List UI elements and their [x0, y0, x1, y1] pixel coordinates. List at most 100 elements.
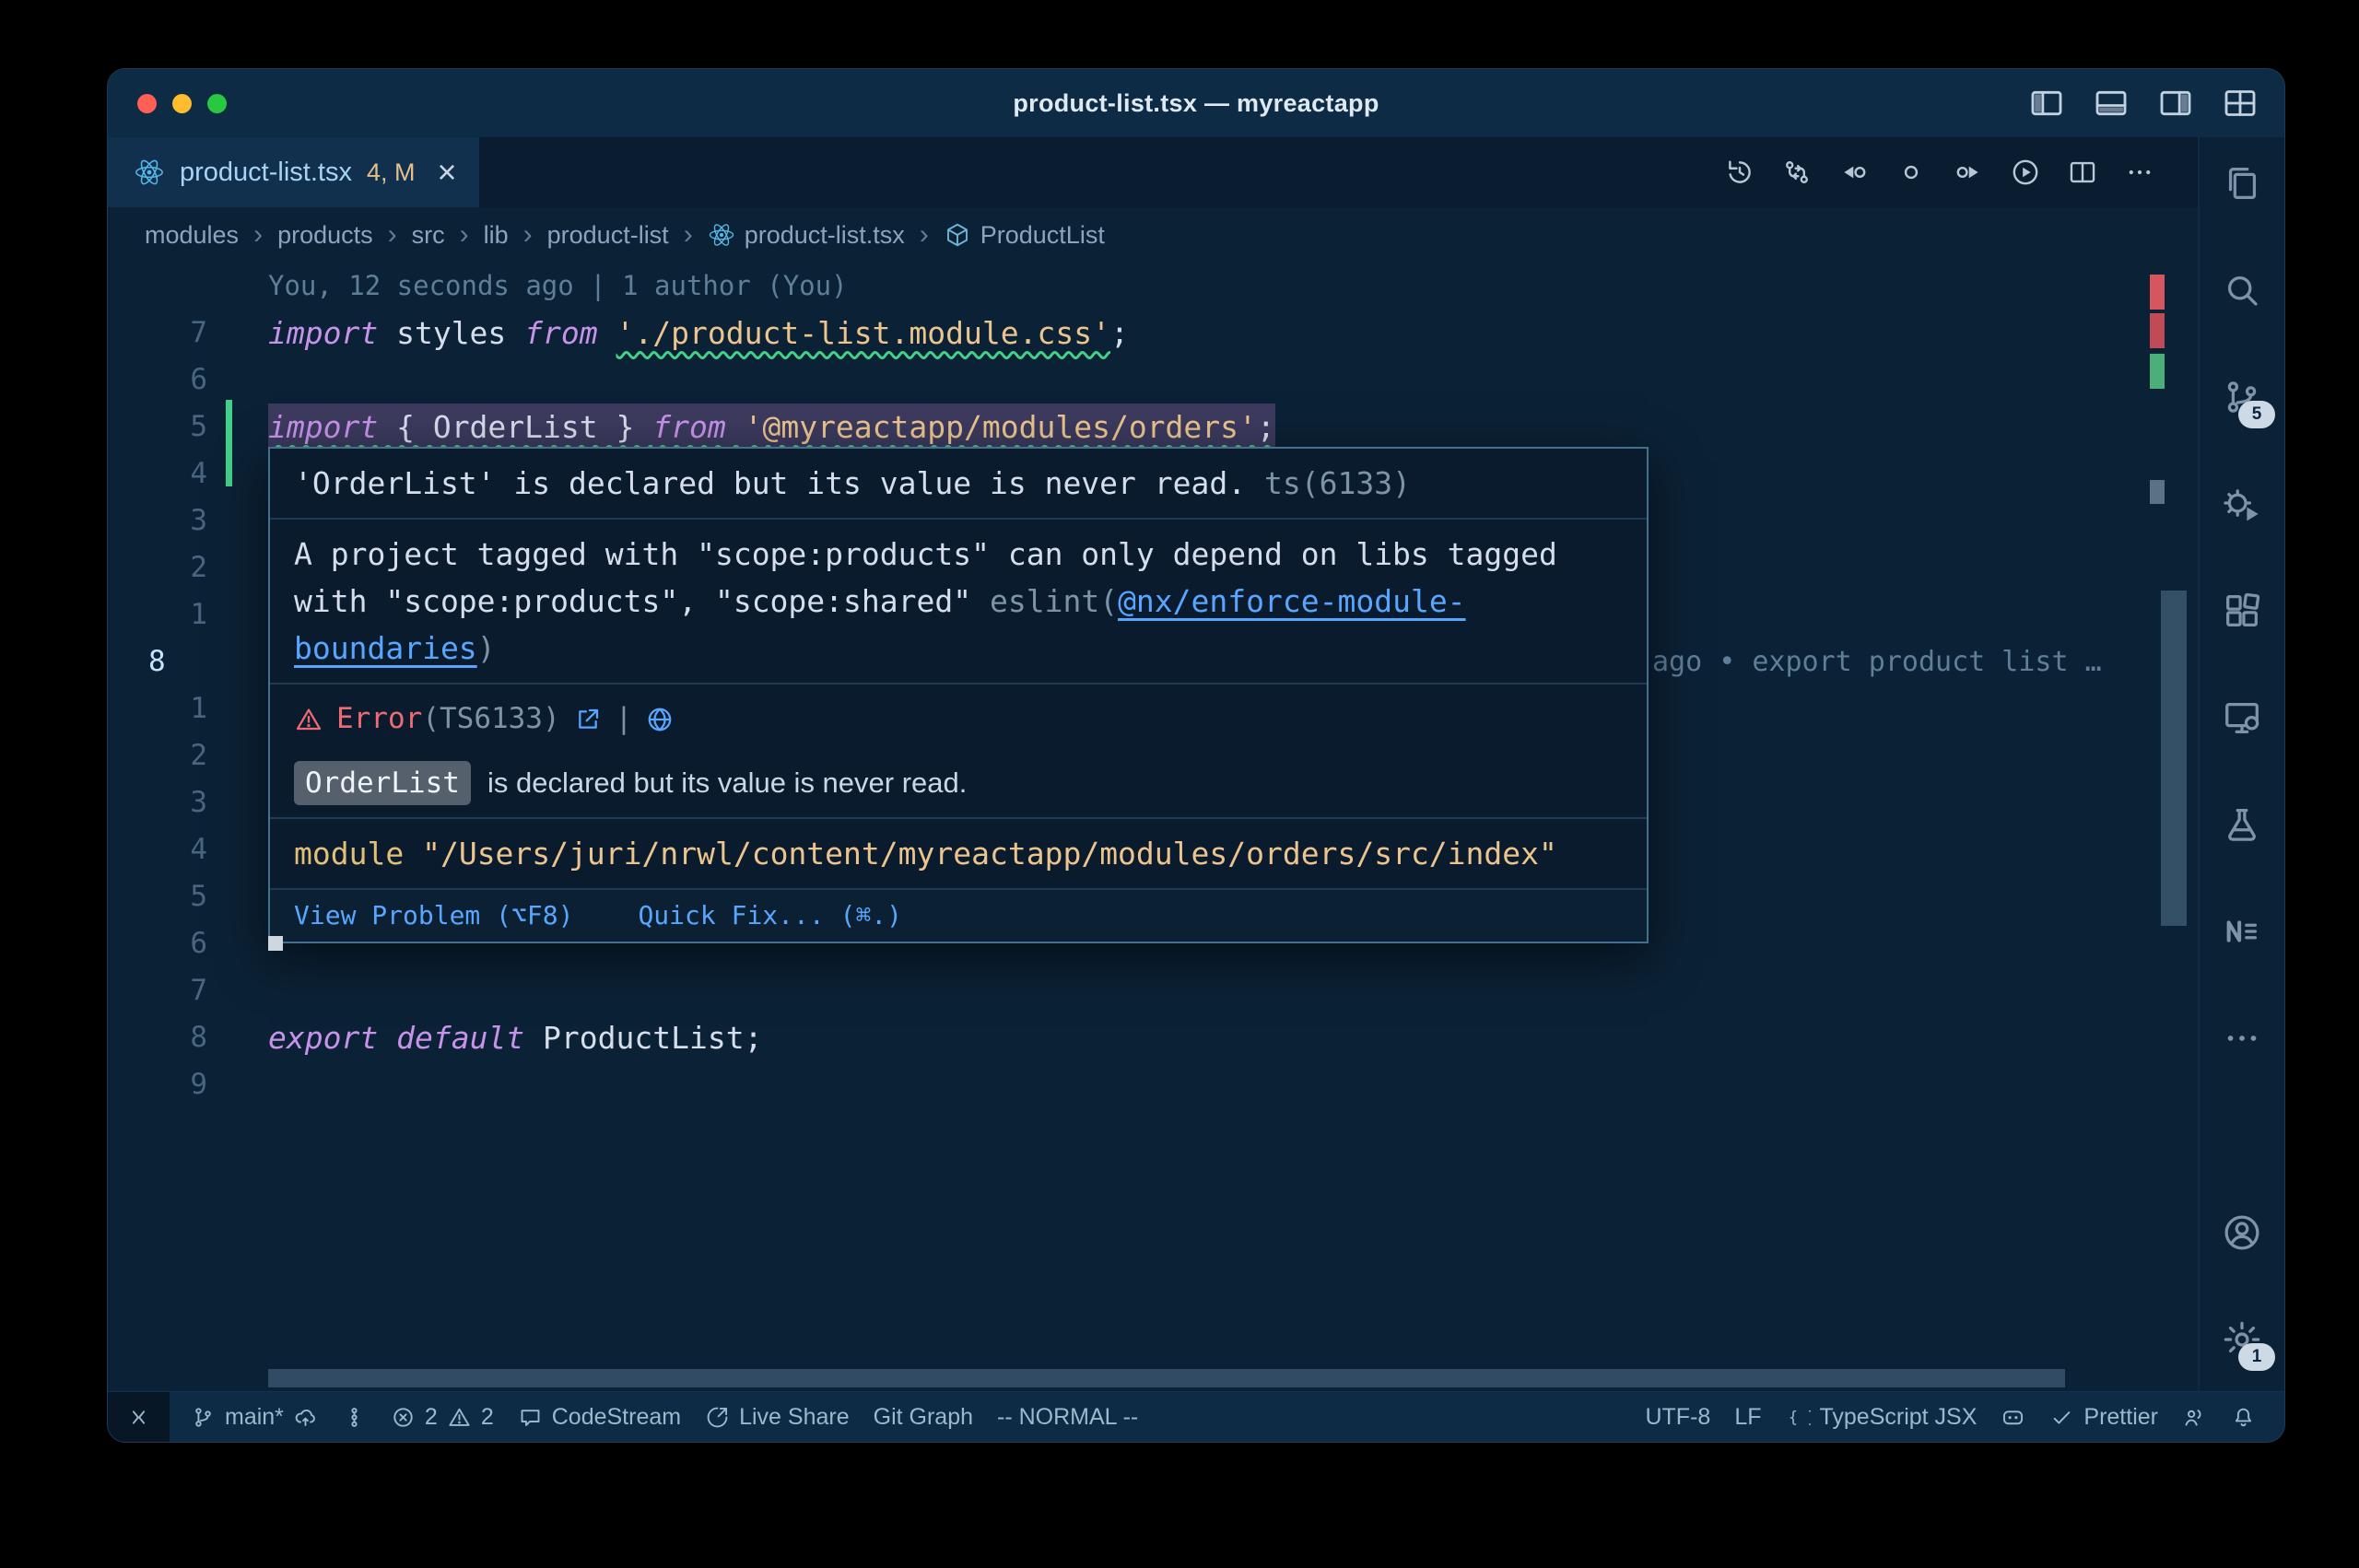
status-codestream[interactable]: CodeStream	[506, 1392, 693, 1442]
breadcrumb-item-modules[interactable]: modules	[145, 221, 239, 250]
debug-icon	[2221, 483, 2263, 525]
activitybar-nx-console[interactable]	[2214, 904, 2270, 959]
breadcrumb-item-products[interactable]: products	[277, 221, 373, 250]
status-notifications[interactable]	[2219, 1392, 2268, 1442]
code-line[interactable]: export default ProductList;	[228, 1014, 2198, 1061]
status-language-mode[interactable]: { }TypeScript JSX	[1774, 1392, 1989, 1442]
status-git-branch-label: main*	[225, 1404, 284, 1431]
activitybar-search[interactable]	[2214, 263, 2270, 318]
status-commits[interactable]	[330, 1392, 379, 1442]
title-bar[interactable]: product-list.tsx — myreactapp	[108, 69, 2284, 137]
split-editor[interactable]	[2067, 157, 2098, 188]
editor-row: 7import styles from './product-list.modu…	[108, 310, 2198, 357]
editor-gutter: 1	[108, 591, 228, 638]
editor-row: You, 12 seconds ago | 1 author (You)	[108, 263, 2198, 310]
activitybar-debug-console[interactable]	[2214, 476, 2270, 532]
symbol-box-icon	[944, 221, 971, 249]
source-control-badge: 5	[2238, 401, 2275, 428]
status-git-graph[interactable]: Git Graph	[862, 1392, 985, 1442]
close-window-button[interactable]	[137, 94, 157, 113]
code-line[interactable]: import styles from './product-list.modul…	[228, 310, 2198, 357]
code-line[interactable]	[228, 1061, 2198, 1108]
popup-resize-handle[interactable]	[268, 936, 283, 951]
activitybar-settings[interactable]: 1	[2214, 1312, 2270, 1367]
minimize-window-button[interactable]	[172, 94, 192, 113]
code-line[interactable]	[228, 357, 2198, 404]
zoom-window-button[interactable]	[207, 94, 227, 113]
status-feedback[interactable]	[2170, 1392, 2219, 1442]
toggle-panel[interactable]	[2093, 85, 2130, 122]
diagnostic-message: 'OrderList' is declared but its value is…	[270, 449, 1647, 520]
code-content: import styles from './product-list.modul…	[268, 310, 1129, 357]
line-number: 1	[190, 685, 207, 732]
status-prettier[interactable]: Prettier	[2037, 1392, 2170, 1442]
line-number: 5	[190, 404, 207, 451]
error-warning-icon	[294, 705, 323, 734]
share-icon	[705, 1405, 730, 1430]
activitybar-source-control[interactable]: 5	[2214, 369, 2270, 425]
toggle-primary-sidebar[interactable]	[2028, 85, 2065, 122]
status-problems-label: 2	[425, 1404, 438, 1431]
breadcrumb-item-product-list.tsx[interactable]: product-list.tsx	[708, 221, 905, 250]
view-problem-button[interactable]: View Problem (⌥F8)	[294, 899, 573, 932]
breadcrumb-item-lib[interactable]: lib	[484, 221, 509, 250]
hover-statusbar: View Problem (⌥F8) Quick Fix... (⌘.)	[270, 890, 1647, 942]
editor-row: 8export default ProductList;	[108, 1014, 2198, 1061]
account-icon	[2221, 1211, 2263, 1254]
status-remote-indicator[interactable]	[108, 1392, 170, 1442]
code-line[interactable]	[228, 967, 2198, 1014]
external-link-icon[interactable]	[573, 705, 603, 734]
run-file[interactable]	[2010, 157, 2041, 188]
editor-gutter: 2	[108, 544, 228, 591]
activitybar-accounts[interactable]	[2214, 1205, 2270, 1260]
status-copilot[interactable]	[1989, 1392, 2037, 1442]
detail-text: is declared but its value is never read.	[487, 759, 967, 806]
step-forward[interactable]	[1953, 157, 1984, 188]
status-eol-label: LF	[1734, 1404, 1761, 1431]
status-live-share[interactable]: Live Share	[693, 1392, 862, 1442]
globe-icon[interactable]	[645, 705, 675, 734]
breadcrumb-item-src[interactable]: src	[412, 221, 445, 250]
status-problems[interactable]: 22	[379, 1392, 506, 1442]
activitybar-extensions[interactable]	[2214, 583, 2270, 638]
editor-gutter: 8	[108, 1014, 228, 1061]
status-vim-mode[interactable]: -- NORMAL --	[985, 1392, 1150, 1442]
activitybar-remote-explorer[interactable]	[2214, 690, 2270, 745]
editor-row: 6	[108, 357, 2198, 404]
editor-actions	[1724, 137, 2198, 207]
activitybar-testing[interactable]	[2214, 797, 2270, 852]
tab-bar: product-list.tsx 4, M ×	[108, 137, 2198, 207]
error-icon	[391, 1405, 416, 1430]
compare-changes[interactable]	[1781, 157, 1813, 188]
status-eol[interactable]: LF	[1722, 1392, 1773, 1442]
activitybar-bottom: 1	[2214, 1205, 2270, 1367]
code-editor[interactable]: You, 12 seconds ago | 1 author (You)7imp…	[108, 263, 2198, 1391]
vertical-scrollbar[interactable]	[2161, 591, 2187, 926]
status-encoding[interactable]: UTF-8	[1633, 1392, 1722, 1442]
status-git-branch[interactable]: main*	[179, 1392, 330, 1442]
files-icon	[2221, 162, 2263, 205]
code-line[interactable]: You, 12 seconds ago | 1 author (You)	[228, 263, 2198, 310]
overview-marker-change	[2150, 354, 2165, 389]
breadcrumb-item-ProductList[interactable]: ProductList	[944, 221, 1105, 250]
braces-icon: { }	[1786, 1405, 1811, 1430]
horizontal-scrollbar[interactable]	[268, 1369, 2065, 1387]
more-actions[interactable]	[2124, 157, 2155, 188]
git-branch-icon	[191, 1405, 216, 1430]
close-tab-icon[interactable]: ×	[437, 156, 456, 189]
activitybar-explorer[interactable]	[2214, 156, 2270, 211]
tab-product-list[interactable]: product-list.tsx 4, M ×	[108, 137, 479, 207]
editor-gutter: 3	[108, 779, 228, 826]
breadcrumb-item-product-list[interactable]: product-list	[547, 221, 669, 250]
activitybar-more-views[interactable]	[2214, 1011, 2270, 1066]
code-line[interactable]: import { OrderList } from '@myreactapp/m…	[228, 404, 2198, 451]
local-history[interactable]	[1724, 157, 1755, 188]
toggle-secondary-sidebar[interactable]	[2157, 85, 2194, 122]
record[interactable]	[1895, 157, 1927, 188]
customize-layout[interactable]	[2222, 85, 2259, 122]
breadcrumb-label: product-list	[547, 221, 669, 250]
step-back[interactable]	[1838, 157, 1870, 188]
editor-row: 9	[108, 1061, 2198, 1108]
breadcrumb-label: product-list.tsx	[745, 221, 905, 250]
quick-fix-button[interactable]: Quick Fix... (⌘.)	[638, 899, 902, 932]
